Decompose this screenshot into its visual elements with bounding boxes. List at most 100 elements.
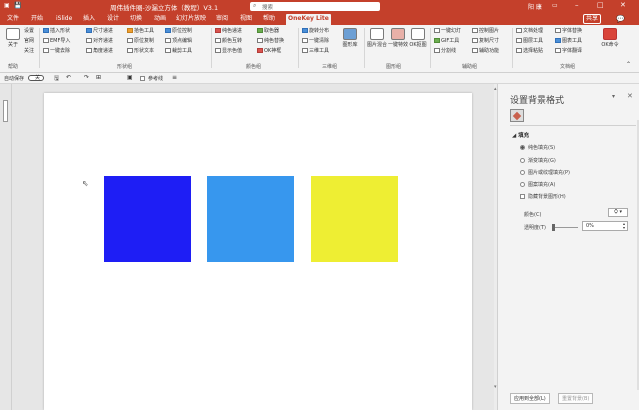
solid-step-button[interactable]: 纯色递进 [215, 28, 242, 35]
light-blue-square[interactable] [207, 176, 294, 262]
tab-animations[interactable]: 动画 [152, 14, 168, 25]
about-button[interactable]: 关于 [3, 28, 23, 48]
redo-icon[interactable]: ↷ [84, 74, 89, 81]
settings-button[interactable]: 设置 [24, 28, 34, 35]
font-replace-button[interactable]: 字体替换 [555, 28, 582, 35]
ok-cutout-button[interactable]: OK抠图 [408, 28, 428, 48]
customize-qat-icon[interactable]: ≡ [172, 74, 177, 81]
reset-background-button[interactable]: 重置背景(B) [558, 393, 594, 404]
select-paste-button[interactable]: 选择粘贴 [516, 48, 543, 55]
tab-help[interactable]: 帮助 [261, 14, 277, 25]
align-tool-icon[interactable]: ▣ [127, 74, 133, 81]
tab-insert[interactable]: 插入 [81, 14, 97, 25]
format-painter-icon[interactable]: ⊞ [96, 74, 101, 81]
shape-library-button[interactable]: 图形库 [339, 28, 361, 48]
color-picker-button[interactable]: ⛭ ▾ [608, 208, 628, 217]
rotate-distribute-button[interactable]: 旋转分布 [302, 28, 329, 35]
share-button[interactable]: 共享 [583, 14, 602, 24]
show-color-button[interactable]: 显示色值 [215, 48, 242, 55]
user-name[interactable]: 阳 康 [528, 2, 542, 11]
size-step-button[interactable]: 尺寸递进 [86, 28, 113, 35]
quick-access-toolbar: 自动保存 关 🖫 ↶ ↷ ⊞ ▣ 参考线 ≡ [0, 73, 639, 84]
fill-category-icon[interactable] [510, 109, 524, 122]
thumbnails-icon[interactable] [3, 100, 8, 122]
tab-review[interactable]: 审阅 [214, 14, 230, 25]
collapse-ribbon-icon[interactable]: ⌃ [626, 61, 631, 68]
crop-tool-button[interactable]: 裁剪工具 [165, 48, 192, 55]
paint-bucket-icon [512, 111, 522, 121]
fill-section-header[interactable]: ◢ 填充 [512, 131, 529, 139]
blue-square[interactable] [104, 176, 191, 262]
split-line-button[interactable]: 分割线 [434, 48, 456, 55]
pane-close-icon[interactable]: ✕ [627, 92, 633, 100]
picker-tool-button[interactable]: 拾色工具 [127, 28, 154, 35]
clear-button[interactable]: 一键清除 [302, 38, 329, 45]
slide-canvas[interactable]: ⇖ [44, 93, 472, 410]
gif-tool-button[interactable]: GIF工具 [434, 38, 459, 45]
angle-step-button[interactable]: 角度递进 [86, 48, 113, 55]
follow-button[interactable]: 关注 [24, 48, 34, 55]
one-key-effect-button[interactable]: 一键特效 [388, 28, 408, 48]
picker-icon [127, 28, 133, 33]
hide-background-checkbox[interactable]: 隐藏背景图形(H) [520, 193, 566, 200]
autosave-label: 自动保存 [4, 76, 25, 82]
insert-shape-button[interactable]: 插入形状 [43, 28, 70, 35]
color-replace-label: 纯色替换 [264, 38, 285, 44]
save-icon[interactable]: 💾 [14, 2, 21, 9]
layer-tool-button[interactable]: 图层工具 [516, 38, 543, 45]
shape-text-button[interactable]: 形状文本 [127, 48, 154, 55]
minimize-icon[interactable]: – [575, 1, 579, 9]
image-blend-button[interactable]: 图片混合 [366, 28, 388, 48]
solid-fill-radio[interactable]: 纯色填充(S) [520, 144, 555, 151]
divider [510, 125, 636, 126]
eyedropper-button[interactable]: 取色器 [257, 28, 279, 35]
copy-in-place-button[interactable]: 原位复制 [127, 38, 154, 45]
spinner-icon[interactable]: ▴ ▾ [623, 222, 625, 230]
tab-design[interactable]: 设计 [105, 14, 121, 25]
one-key-slide-button[interactable]: 一键幻灯 [434, 28, 461, 35]
tab-file[interactable]: 文件 [5, 14, 21, 25]
font-translate-button[interactable]: 字体翻译 [555, 48, 582, 55]
transparency-input[interactable]: 0% ▴ ▾ [582, 221, 628, 231]
tab-islide[interactable]: iSlide [54, 14, 74, 25]
color-replace-button[interactable]: 纯色替换 [257, 38, 284, 45]
transparency-slider-handle[interactable] [552, 224, 555, 231]
ref-line-checkbox[interactable]: 参考线 [140, 75, 163, 82]
color-convert-button[interactable]: 颜色互转 [215, 38, 242, 45]
edit-points-button[interactable]: 顶点编辑 [165, 38, 192, 45]
gradient-fill-radio[interactable]: 渐变填充(G) [520, 157, 556, 164]
align-step-button[interactable]: 对齐递进 [86, 38, 113, 45]
transparency-slider[interactable] [554, 227, 578, 228]
tab-transitions[interactable]: 切换 [128, 14, 144, 25]
save-icon[interactable]: 🖫 [54, 74, 59, 84]
pattern-fill-radio[interactable]: 图案填充(A) [520, 181, 555, 188]
apply-to-all-button[interactable]: 应用到全部(L) [510, 393, 550, 404]
3d-tools-button[interactable]: 三维工具 [302, 48, 329, 55]
ok-frame-button[interactable]: OK神框 [257, 48, 281, 55]
emf-import-button[interactable]: EMF导入 [43, 38, 70, 45]
thumbnail-strip[interactable] [0, 84, 12, 410]
remove-button[interactable]: 一键去除 [43, 48, 70, 55]
eyedropper-label: 取色器 [264, 28, 280, 34]
control-image-button[interactable]: 控制图片 [472, 28, 499, 35]
close-icon[interactable]: ✕ [620, 1, 626, 9]
tab-slideshow[interactable]: 幻灯片放映 [174, 14, 208, 25]
chart-tool-button[interactable]: 图表工具 [555, 38, 582, 45]
tab-home[interactable]: 开始 [29, 14, 45, 25]
picture-fill-radio[interactable]: 图片或纹理填充(P) [520, 169, 570, 176]
maximize-icon[interactable]: □ [597, 1, 604, 9]
yellow-square[interactable] [311, 176, 398, 262]
website-button[interactable]: 官网 [24, 38, 34, 45]
ok-command-button[interactable]: OK命令 [601, 28, 619, 48]
comments-icon[interactable]: 💬 [614, 14, 627, 25]
pane-options-icon[interactable]: ▾ [612, 93, 615, 100]
copy-size-button[interactable]: 复制尺寸 [472, 38, 499, 45]
aux-function-button[interactable]: 辅助功能 [472, 48, 499, 55]
undo-icon[interactable]: ↶ [66, 74, 71, 81]
pattern-fill-label: 图案填充(A) [528, 182, 556, 188]
tab-onekey-lite[interactable]: OneKey Lite [286, 14, 331, 25]
position-control-button[interactable]: 原位控制 [165, 28, 192, 35]
doc-process-button[interactable]: 文档处理 [516, 28, 543, 35]
tab-view[interactable]: 视图 [238, 14, 254, 25]
restore-icon[interactable]: ▭ [552, 2, 558, 9]
